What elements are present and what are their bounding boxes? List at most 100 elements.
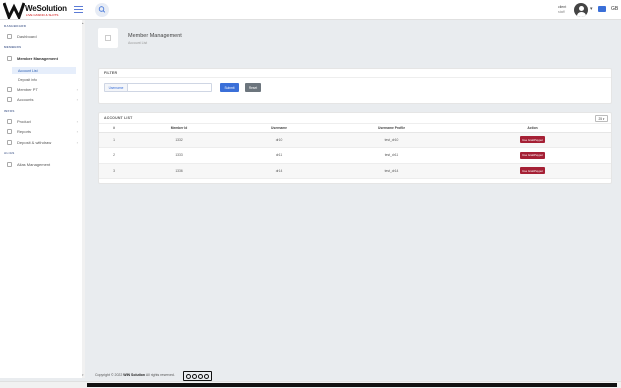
sidebar-item-label: Accounts — [17, 97, 34, 102]
action-button[interactable]: Use GrabPaypet — [519, 151, 546, 159]
cell-index: 1 — [99, 132, 129, 148]
cell-username-profile: test_dr10 — [329, 132, 454, 148]
license-badge-icon[interactable] — [183, 371, 212, 381]
page-subtitle: Account List — [128, 41, 148, 45]
footer: Copyright © 2022 WIN Solution All rights… — [95, 373, 175, 377]
menu-toggle-icon[interactable] — [74, 6, 83, 13]
sidebar-item-accounts[interactable]: Accounts › — [4, 96, 78, 103]
sidebar-item-member-management[interactable]: Member Management — [4, 55, 78, 62]
mail-icon[interactable] — [598, 6, 606, 12]
cell-member-id: 1332 — [129, 132, 229, 148]
sidebar-item-dashboard[interactable]: Dashboard — [4, 33, 78, 40]
app-root: WeSolution LIVE CASINO & SLOTS client st… — [0, 0, 621, 388]
sidebar-item-alias-management[interactable]: Alias Management — [4, 161, 78, 168]
sidebar-item-label: Reports — [17, 129, 32, 134]
chevron-down-icon[interactable]: ▾ — [590, 6, 593, 12]
cell-username: dr14 — [229, 163, 329, 179]
section-infos: INFOS — [4, 109, 15, 113]
scrollbar-thumb[interactable] — [87, 383, 617, 387]
section-alias: ALIAS — [4, 151, 15, 155]
username-input[interactable] — [128, 84, 211, 91]
page-title: Member Management — [128, 33, 182, 39]
sidebar-item-deposit-info[interactable]: Deposit info — [12, 76, 76, 83]
account-list-card: ACCOUNT LIST 25 ▾ # Member Id Username U… — [98, 112, 612, 184]
table-row: 3 1336 dr14 test_dr14 Use GrabPaypet — [99, 163, 611, 179]
column-header: Member Id — [129, 125, 229, 133]
footer-brand[interactable]: WIN Solution — [123, 373, 145, 377]
scroll-down-icon[interactable]: ▾ — [82, 373, 84, 377]
table-header-row: # Member Id Username Username Profile Ac… — [99, 125, 611, 133]
reports-icon — [7, 129, 12, 134]
sidebar-item-product[interactable]: Product › — [4, 118, 78, 125]
alias-icon — [7, 162, 12, 167]
cell-index: 3 — [99, 163, 129, 179]
wallet-icon — [7, 140, 12, 145]
action-button[interactable]: Use GrabPaypet — [519, 136, 546, 144]
submit-button[interactable]: Submit — [220, 83, 239, 92]
cell-action: Use GrabPaypet — [454, 163, 611, 179]
account-table: # Member Id Username Username Profile Ac… — [99, 125, 611, 179]
sidebar-item-label: Member PT — [17, 87, 38, 92]
sidebar-item-member-pt[interactable]: Member PT › — [4, 86, 78, 93]
scroll-up-icon[interactable]: ▴ — [82, 21, 84, 25]
cell-username-profile: test_dr14 — [329, 163, 454, 179]
user-role: staff — [558, 10, 565, 14]
dashboard-icon — [7, 34, 12, 39]
language-switch[interactable]: GB — [611, 6, 618, 12]
percent-icon — [7, 87, 12, 92]
section-dashboard: DASHBOARD — [4, 24, 27, 28]
search-icon — [98, 6, 106, 13]
account-list-heading: ACCOUNT LIST — [99, 113, 611, 124]
chevron-right-icon: › — [76, 129, 78, 134]
top-bar: WeSolution LIVE CASINO & SLOTS client st… — [0, 0, 621, 20]
sidebar-item-reports[interactable]: Reports › — [4, 128, 78, 135]
sidebar-item-deposit-withdraw[interactable]: Deposit & withdraw › — [4, 139, 78, 146]
chevron-right-icon: › — [76, 140, 78, 145]
action-button[interactable]: Use GrabPaypet — [519, 167, 546, 175]
page-size-select[interactable]: 25 ▾ — [595, 115, 608, 122]
product-icon — [7, 119, 12, 124]
cell-username-profile: test_dr11 — [329, 147, 454, 164]
sidebar-item-account-list[interactable]: Account List — [12, 67, 76, 74]
brand-name: WeSolution — [25, 4, 67, 13]
page-header: Member Management Account List — [98, 28, 298, 50]
table-row: 2 1333 dr11 test_dr11 Use GrabPaypet — [99, 147, 611, 164]
sidebar-item-label: Dashboard — [17, 34, 37, 39]
cell-action: Use GrabPaypet — [454, 132, 611, 148]
page-icon — [98, 28, 118, 48]
search-button[interactable] — [95, 3, 109, 17]
rights-text: All rights reserved. — [145, 373, 175, 377]
cell-member-id: 1336 — [129, 163, 229, 179]
username-label: Username — [105, 84, 128, 91]
sidebar-item-label: Alias Management — [17, 162, 51, 167]
column-header: Action — [454, 125, 611, 133]
accounts-icon — [7, 97, 12, 102]
chevron-right-icon: › — [76, 97, 78, 102]
cell-username: dr10 — [229, 132, 329, 148]
horizontal-scrollbar[interactable] — [0, 381, 621, 388]
chevron-right-icon: › — [76, 87, 78, 92]
reset-button[interactable]: Reset — [245, 83, 261, 92]
column-header: Username Profile — [329, 125, 454, 133]
chevron-right-icon: › — [76, 119, 78, 124]
section-members: MEMBERS — [4, 45, 22, 49]
cell-member-id: 1333 — [129, 147, 229, 164]
brand-logo[interactable]: WeSolution LIVE CASINO & SLOTS — [3, 1, 83, 19]
table-row: 1 1332 dr10 test_dr10 Use GrabPaypet — [99, 132, 611, 148]
copyright-text: Copyright © 2022 — [95, 373, 123, 377]
chevron-down-icon: ▾ — [602, 116, 605, 121]
sidebar-item-label: Product — [17, 119, 31, 124]
username-filter: Username — [104, 83, 212, 92]
cell-username: dr11 — [229, 147, 329, 164]
cell-index: 2 — [99, 147, 129, 164]
sidebar-item-label: Member Management — [17, 56, 58, 61]
sidebar-item-label: Deposit & withdraw — [17, 140, 52, 145]
column-header: # — [99, 125, 129, 133]
user-info: client staff — [558, 5, 566, 15]
sidebar-scrollbar[interactable]: ▴ ▾ — [82, 20, 85, 378]
brand-tagline: LIVE CASINO & SLOTS — [26, 13, 59, 17]
avatar[interactable] — [574, 3, 588, 17]
column-header: Username — [229, 125, 329, 133]
cell-action: Use GrabPaypet — [454, 147, 611, 164]
sidebar: DASHBOARD Dashboard MEMBERS Member Manag… — [0, 20, 84, 378]
